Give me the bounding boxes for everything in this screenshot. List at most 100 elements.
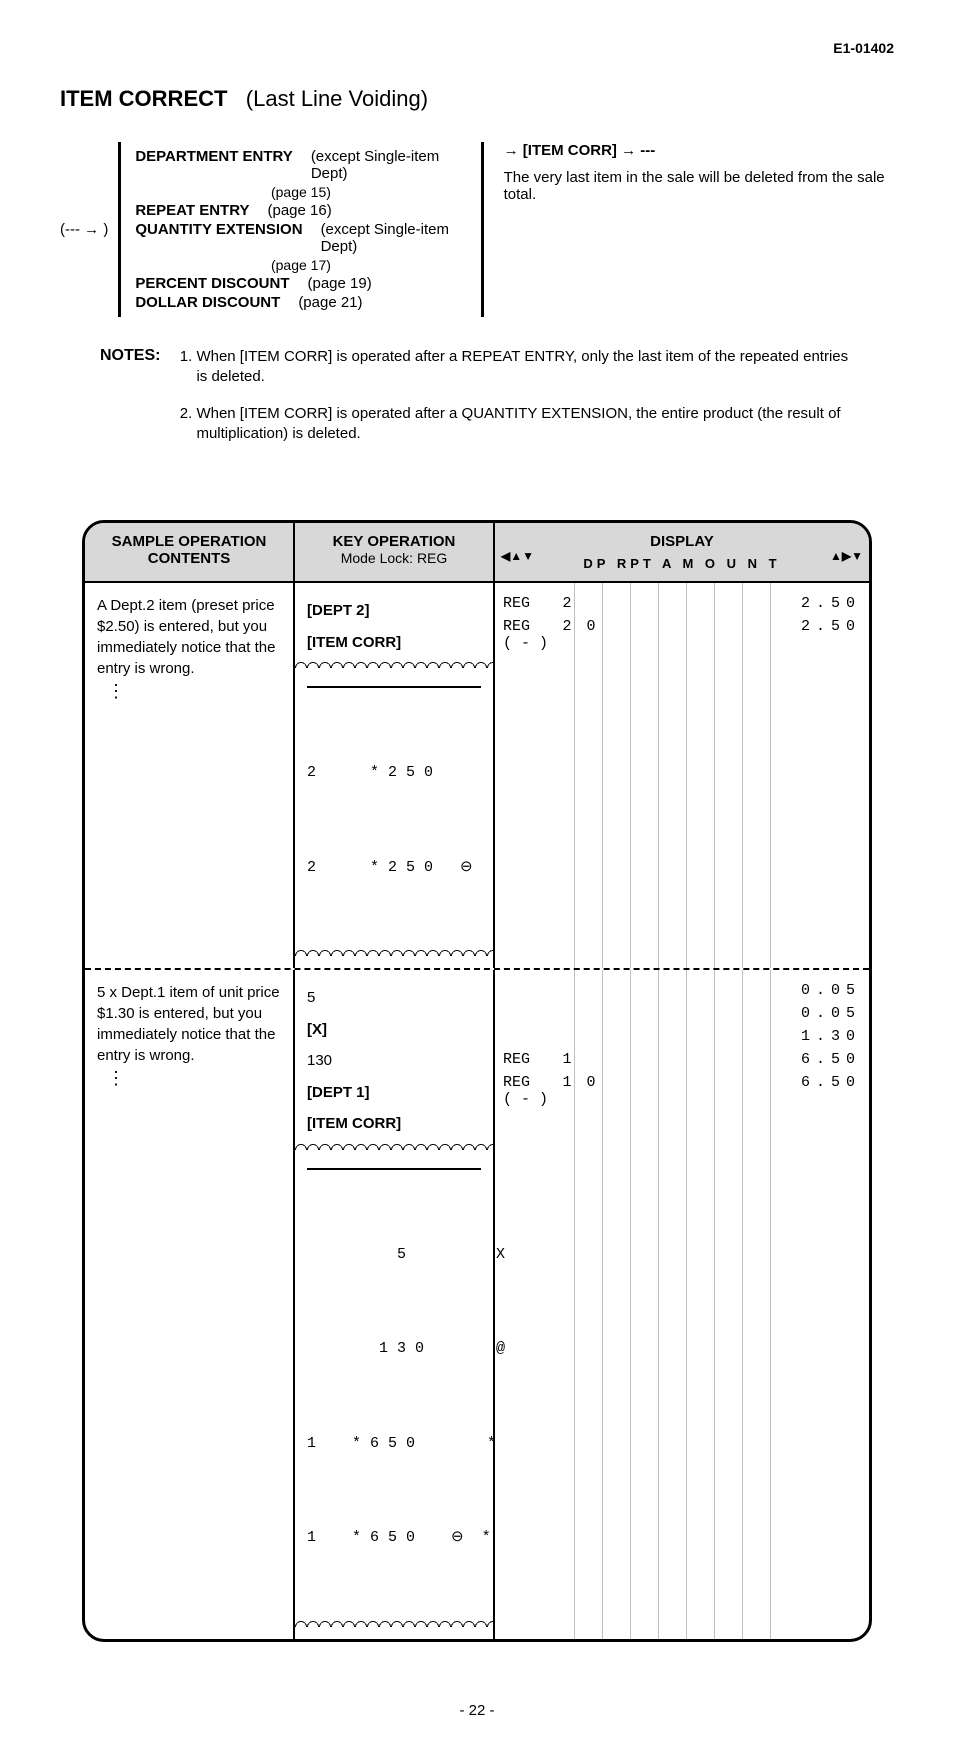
display-line: REG ( - ) 2 0 2.50 bbox=[503, 618, 861, 652]
sample-body: A Dept.2 item (preset price $2.50) is en… bbox=[85, 583, 869, 1639]
disp-mode: REG bbox=[503, 595, 555, 612]
disp-rpt: 0 bbox=[579, 1074, 603, 1108]
contents-text: A Dept.2 item (preset price $2.50) is en… bbox=[97, 597, 275, 677]
diag-item-sub: (page 21) bbox=[298, 294, 362, 311]
table-row: A Dept.2 item (preset price $2.50) is en… bbox=[85, 583, 869, 970]
receipt-line: 1 * 6 5 0 ⊖ * bbox=[307, 1522, 481, 1554]
receipt-edge-icon bbox=[295, 658, 493, 668]
disp-dp bbox=[555, 982, 579, 999]
disp-amount: 6.50 bbox=[741, 1074, 861, 1108]
diag-item-note: (except Single-item Dept) bbox=[321, 221, 467, 255]
cell-keyop: [DEPT 2] [ITEM CORR] 2 * 2 5 0 2 * 2 5 0… bbox=[295, 583, 495, 968]
header-keyop-label: KEY OPERATION bbox=[303, 533, 485, 550]
keyop-line: 5 bbox=[307, 982, 481, 1014]
page-title: ITEM CORRECT (Last Line Voiding) bbox=[60, 86, 894, 112]
notes-label: NOTES: bbox=[100, 347, 160, 460]
receipt-line: 5 X bbox=[307, 1239, 481, 1271]
header-contents: SAMPLE OPERATION CONTENTS bbox=[85, 523, 295, 581]
diagram-right: → [ITEM CORR] → --- The very last item i… bbox=[494, 142, 894, 317]
caret-right-icon: ▲▶▼ bbox=[830, 549, 863, 563]
notes-section: NOTES: When [ITEM CORR] is operated afte… bbox=[100, 347, 854, 460]
receipt-block: 5 X 1 3 0 @ 1 * 6 5 0 * 1 * 6 5 0 ⊖ * bbox=[307, 1168, 481, 1617]
disp-mode bbox=[503, 982, 555, 999]
keyop-line: [X] bbox=[307, 1014, 481, 1046]
keyop-line: [ITEM CORR] bbox=[307, 1108, 481, 1140]
diag-item-sub: (page 17) bbox=[135, 257, 466, 273]
diag-item-label: DOLLAR DISCOUNT bbox=[135, 294, 280, 311]
diag-item-sub: (page 19) bbox=[308, 275, 372, 292]
disp-mode: REG ( - ) bbox=[503, 1074, 555, 1108]
entry-diagram: (--- → ) DEPARTMENT ENTRY(except Single-… bbox=[60, 142, 894, 317]
receipt-line: 1 3 0 @ bbox=[307, 1333, 481, 1365]
diag-item-sub: (page 15) bbox=[135, 184, 466, 200]
vdots-icon: ⋮ bbox=[107, 1072, 281, 1085]
disp-amount: 2.50 bbox=[741, 618, 861, 652]
keyop-line: [DEPT 2] bbox=[307, 595, 481, 627]
display-line: REG 1 6.50 bbox=[503, 1051, 861, 1068]
disp-dp: 1 bbox=[555, 1051, 579, 1068]
cell-display: 0.05 0.05 1.30 REG bbox=[495, 970, 869, 1639]
keyop-line: [ITEM CORR] bbox=[307, 627, 481, 659]
header-display-cols: DP RPT A M O U N T bbox=[583, 556, 780, 571]
cell-contents: A Dept.2 item (preset price $2.50) is en… bbox=[85, 583, 295, 968]
diagram-entries: DEPARTMENT ENTRY (except Single-item Dept… bbox=[118, 142, 483, 317]
diag-item-label: DEPARTMENT ENTRY bbox=[135, 148, 293, 182]
display-line: REG ( - ) 1 0 6.50 bbox=[503, 1074, 861, 1108]
disp-mode: REG ( - ) bbox=[503, 618, 555, 652]
disp-rpt bbox=[579, 1005, 603, 1022]
disp-amount: 6.50 bbox=[741, 1051, 861, 1068]
note-item: When [ITEM CORR] is operated after a REP… bbox=[196, 347, 854, 388]
header-display: DISPLAY ◀▲▼ ▲▶▼ DP RPT A M O U N T bbox=[495, 523, 869, 581]
disp-rpt bbox=[579, 982, 603, 999]
cell-keyop: 5 [X] 130 [DEPT 1] [ITEM CORR] 5 X 1 3 0… bbox=[295, 970, 495, 1639]
doc-id: E1-01402 bbox=[60, 40, 894, 56]
display-line: REG 2 2.50 bbox=[503, 595, 861, 612]
receipt-line: 2 * 2 5 0 ⊖ bbox=[307, 852, 481, 884]
cell-display: REG 2 2.50 REG ( - ) 2 0 2.50 bbox=[495, 583, 869, 968]
disp-dp: 2 bbox=[555, 618, 579, 652]
diag-item-label: QUANTITY EXTENSION bbox=[135, 221, 302, 255]
receipt-block: 2 * 2 5 0 2 * 2 5 0 ⊖ bbox=[307, 686, 481, 946]
disp-mode: REG bbox=[503, 1051, 555, 1068]
receipt-line: 2 * 2 5 0 bbox=[307, 757, 481, 789]
display-line: 1.30 bbox=[503, 1028, 861, 1045]
receipt-edge-icon bbox=[295, 946, 493, 956]
notes-list: When [ITEM CORR] is operated after a REP… bbox=[176, 347, 854, 460]
receipt-line: 1 * 6 5 0 * bbox=[307, 1428, 481, 1460]
disp-mode bbox=[503, 1028, 555, 1045]
display-line: 0.05 bbox=[503, 1005, 861, 1022]
disp-amount: 0.05 bbox=[741, 982, 861, 999]
note-item: When [ITEM CORR] is operated after a QUA… bbox=[196, 404, 854, 445]
diag-item-label: REPEAT ENTRY bbox=[135, 202, 249, 219]
sample-operation-table: SAMPLE OPERATION CONTENTS KEY OPERATION … bbox=[82, 520, 872, 1642]
sample-header-row: SAMPLE OPERATION CONTENTS KEY OPERATION … bbox=[85, 523, 869, 583]
diag-item-label: PERCENT DISCOUNT bbox=[135, 275, 289, 292]
receipt-edge-icon bbox=[295, 1140, 493, 1150]
header-display-label: DISPLAY bbox=[503, 533, 861, 550]
diag-item-note: (except Single-item Dept) bbox=[311, 148, 467, 182]
caret-left-icon: ◀▲▼ bbox=[501, 549, 534, 563]
disp-dp: 2 bbox=[555, 595, 579, 612]
disp-amount: 2.50 bbox=[741, 595, 861, 612]
disp-rpt: 0 bbox=[579, 618, 603, 652]
table-row: 5 x Dept.1 item of unit price $1.30 is e… bbox=[85, 970, 869, 1639]
disp-mode bbox=[503, 1005, 555, 1022]
cell-contents: 5 x Dept.1 item of unit price $1.30 is e… bbox=[85, 970, 295, 1639]
page-number: - 22 - bbox=[60, 1702, 894, 1719]
item-corr-label: → [ITEM CORR] → --- bbox=[504, 142, 894, 159]
keyop-line: 130 bbox=[307, 1045, 481, 1077]
keyop-line: [DEPT 1] bbox=[307, 1077, 481, 1109]
receipt-edge-icon bbox=[295, 1617, 493, 1627]
header-keyop: KEY OPERATION Mode Lock: REG bbox=[295, 523, 495, 581]
item-corr-desc: The very last item in the sale will be d… bbox=[504, 169, 894, 203]
disp-amount: 0.05 bbox=[741, 1005, 861, 1022]
title-bold: ITEM CORRECT bbox=[60, 86, 227, 111]
vdots-icon: ⋮ bbox=[107, 685, 281, 698]
disp-dp bbox=[555, 1005, 579, 1022]
contents-text: 5 x Dept.1 item of unit price $1.30 is e… bbox=[97, 984, 280, 1064]
disp-rpt bbox=[579, 1051, 603, 1068]
disp-rpt bbox=[579, 1028, 603, 1045]
diag-item-sub: (page 16) bbox=[268, 202, 332, 219]
disp-dp bbox=[555, 1028, 579, 1045]
disp-rpt bbox=[579, 595, 603, 612]
